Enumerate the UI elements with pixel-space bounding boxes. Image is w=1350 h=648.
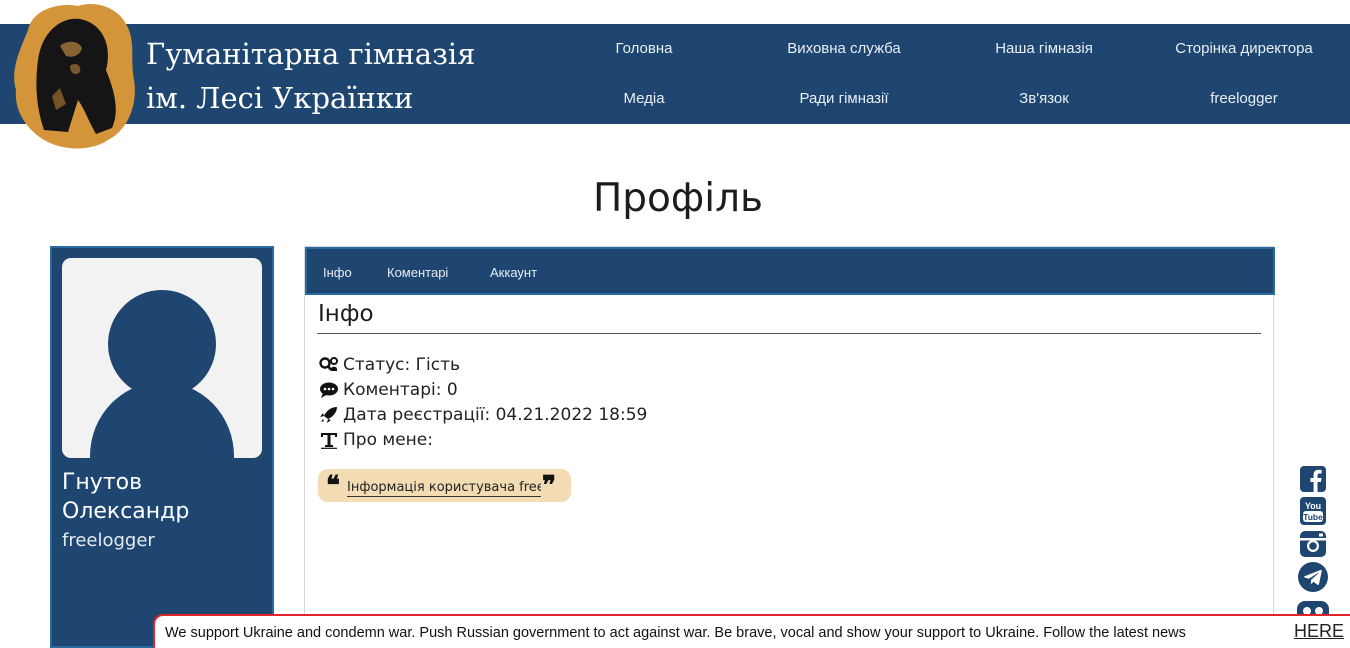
facebook-icon[interactable] xyxy=(1296,465,1330,493)
tab-account[interactable]: Аккаунт xyxy=(490,265,537,280)
nav-item-education-service[interactable]: Виховна служба xyxy=(787,40,901,57)
site-title-line2: ім. Лесі Українки xyxy=(146,81,414,115)
info-registered: Дата реєстрації: 04.21.2022 18:59 xyxy=(343,405,648,425)
nav-item-councils[interactable]: Ради гімназії xyxy=(799,90,888,107)
quote-open-icon: ❝ xyxy=(326,471,340,501)
user-avatar-icon xyxy=(90,290,234,458)
info-comments: Коментарі: 0 xyxy=(343,380,458,400)
info-registered-row: Дата реєстрації: 04.21.2022 18:59 xyxy=(319,404,647,426)
user-quote-text[interactable]: Інформація користувача freelogger xyxy=(347,480,541,497)
info-about: Про мене: xyxy=(343,430,433,450)
nav-item-our-gymnasium[interactable]: Наша гімназія xyxy=(995,40,1093,57)
nav-item-user[interactable]: freelogger xyxy=(1210,90,1278,107)
svg-text:You: You xyxy=(1305,501,1321,511)
user-full-name: Гнутов Олександр xyxy=(62,470,190,524)
nav-item-contact[interactable]: Зв'язок xyxy=(1019,90,1069,107)
info-status-row: Статус: Гість xyxy=(319,354,460,376)
user-quote-box: ❝ Інформація користувача freelogger ❞ xyxy=(318,469,571,502)
logo-icon[interactable] xyxy=(8,0,136,152)
section-title: Інфо xyxy=(318,301,374,327)
main-nav: Головна Виховна служба Наша гімназія Сто… xyxy=(544,24,1350,124)
nav-item-director-page[interactable]: Сторінка директора xyxy=(1175,40,1313,57)
tab-comments[interactable]: Коментарі xyxy=(387,265,448,280)
instagram-icon[interactable] xyxy=(1296,530,1330,558)
support-banner: We support Ukraine and condemn war. Push… xyxy=(153,614,1350,648)
info-comments-row: Коментарі: 0 xyxy=(319,379,458,401)
youtube-icon[interactable]: You Tube xyxy=(1296,497,1330,525)
info-about-row: Про мене: xyxy=(319,429,433,451)
profile-card: Гнутов Олександр freelogger xyxy=(50,246,274,648)
comment-icon xyxy=(319,380,341,400)
tab-info[interactable]: Інфо xyxy=(323,265,352,280)
nav-item-home[interactable]: Головна xyxy=(616,40,673,57)
telegram-icon[interactable] xyxy=(1296,562,1330,592)
nav-item-media[interactable]: Медіа xyxy=(623,90,664,107)
support-banner-text: We support Ukraine and condemn war. Push… xyxy=(165,625,1186,641)
user-status-icon xyxy=(319,355,341,375)
profile-tabs: Інфо Коментарі Аккаунт xyxy=(305,247,1275,295)
user-login: freelogger xyxy=(62,530,155,551)
section-divider xyxy=(317,333,1261,334)
support-banner-link[interactable]: HERE xyxy=(1294,621,1344,642)
rocket-icon xyxy=(319,405,341,425)
quote-close-icon: ❞ xyxy=(542,471,556,501)
info-status: Статус: Гість xyxy=(343,355,460,375)
profile-content-panel: Інфо Коментарі Аккаунт Інфо Статус: Гіст… xyxy=(304,246,1275,648)
svg-text:Tube: Tube xyxy=(1303,512,1323,522)
site-title[interactable]: Гуманітарна гімназія ім. Лесі Українки xyxy=(146,32,475,120)
site-title-line1: Гуманітарна гімназія xyxy=(146,37,476,71)
page-title: Профіль xyxy=(592,176,764,221)
avatar xyxy=(62,258,262,458)
text-icon xyxy=(319,430,341,450)
